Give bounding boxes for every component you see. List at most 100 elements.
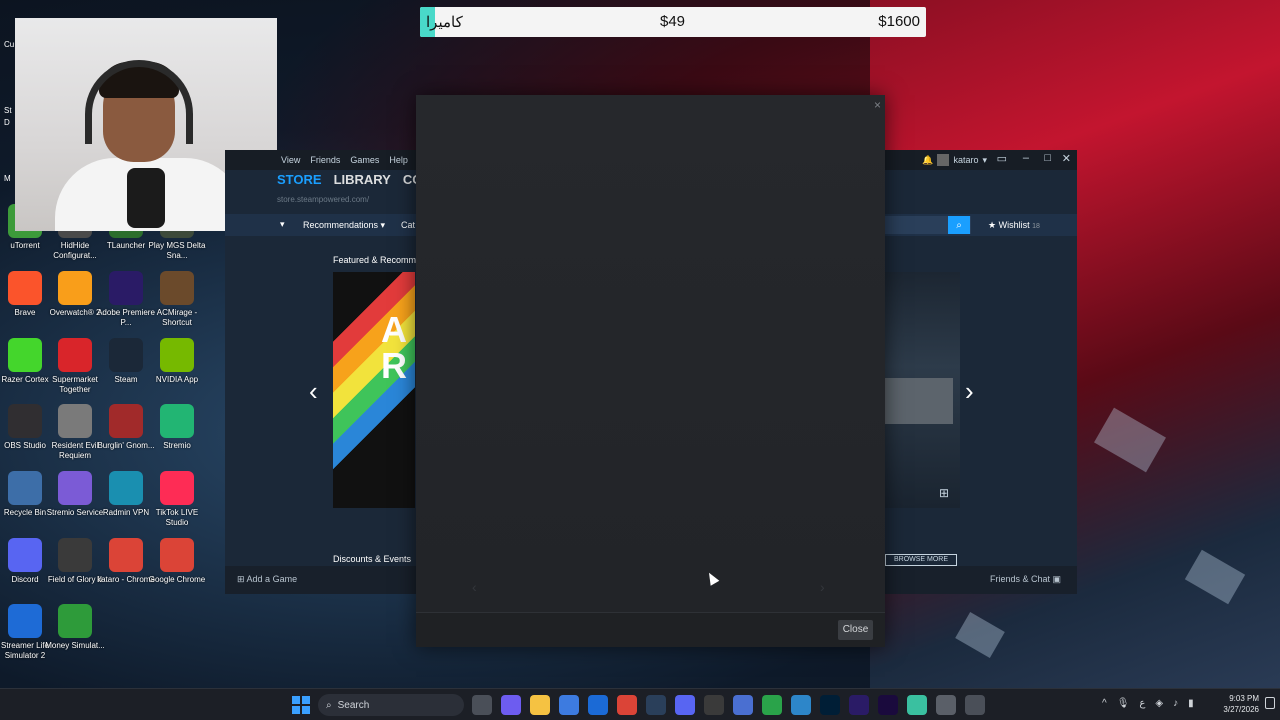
steam-icon[interactable] (646, 695, 666, 715)
menu-view[interactable]: View (281, 155, 300, 165)
wishlist-count: 18 (1032, 223, 1040, 230)
featured-capsule-art[interactable]: A R (333, 272, 415, 508)
discounts-section-title: Discounts & Events (333, 554, 412, 564)
taskbar-search-placeholder: Search (337, 699, 370, 711)
media-viewer-content (416, 95, 885, 612)
clock-time: 9:03 PM (1229, 694, 1259, 703)
language-indicator[interactable]: ع (1139, 698, 1145, 709)
avatar (937, 154, 950, 166)
bell-icon[interactable]: 🔔 (922, 155, 933, 166)
desktop-icon-label: Money Simulat... (45, 641, 105, 650)
browse-more-button[interactable]: BROWSE MORE (885, 554, 957, 566)
chevron-down-icon[interactable]: ▾ (280, 219, 285, 230)
show-hidden-icons-icon[interactable]: ^ (1102, 698, 1107, 709)
supermarket-icon (58, 338, 92, 372)
recommendations-menu[interactable]: Recommendations ▾ (303, 220, 385, 231)
donation-goal-bar: كاميرا $49 $1600 (420, 7, 926, 37)
discord-icon[interactable] (675, 695, 695, 715)
chrome-icon[interactable] (617, 695, 637, 715)
after-effects-icon[interactable] (878, 695, 898, 715)
discord-icon (8, 538, 42, 572)
desktop-icon[interactable]: TikTok LIVE Studio (147, 471, 207, 528)
add-game-button[interactable]: ⊞ Add a Game (237, 574, 297, 585)
viewer-prev-icon[interactable]: ‹ (472, 579, 477, 595)
desktop-edge-label[interactable]: D (4, 118, 10, 127)
desktop-icon-label: Google Chrome (148, 575, 206, 584)
desktop-icon-label: TikTok LIVE Studio (155, 508, 199, 527)
store-icon[interactable] (559, 695, 579, 715)
media-viewer-dialog[interactable]: × ‹ › Close (416, 95, 885, 647)
streamer-life-icon (8, 604, 42, 638)
featured-section-title: Featured & Recomm (333, 255, 417, 265)
carousel-prev-icon[interactable]: ‹ (309, 376, 318, 407)
start-button[interactable] (292, 696, 310, 714)
radmin-icon (109, 471, 143, 505)
menu-games[interactable]: Games (350, 155, 379, 165)
goal-title: كاميرا (426, 14, 463, 31)
featured-art-text: A R (381, 309, 407, 386)
desktop-icon[interactable]: Money Simulat... (45, 604, 105, 651)
steam-main-nav: STORE LIBRARY COM (277, 172, 433, 187)
close-button[interactable]: Close (838, 620, 873, 640)
copilot-icon[interactable] (501, 695, 521, 715)
desktop-icon[interactable]: ACMirage - Shortcut (147, 271, 207, 328)
featured-screenshot[interactable] (885, 378, 953, 424)
desktop-edge-label[interactable]: M (4, 174, 11, 183)
desktop-icon[interactable]: Google Chrome (147, 538, 207, 585)
desktop-icon[interactable]: Stremio (147, 404, 207, 451)
wishlist-button[interactable]: ★ Wishlist 18 (988, 220, 1040, 231)
resident-evil-icon (58, 404, 92, 438)
task-view-icon[interactable] (472, 695, 492, 715)
desktop-icon[interactable]: NVIDIA App (147, 338, 207, 385)
desktop-edge-label[interactable]: St (4, 106, 12, 115)
settings-icon[interactable] (936, 695, 956, 715)
microphone-icon (127, 168, 165, 228)
desktop-icon-label: NVIDIA App (155, 375, 199, 384)
obs-icon[interactable] (704, 695, 724, 715)
taskbar-clock[interactable]: 9:03 PM 3/27/2026 (1213, 693, 1259, 715)
taskbar-search[interactable]: ⌕ Search (318, 694, 464, 716)
battery-icon[interactable]: ▮ (1188, 698, 1194, 709)
acmirage-icon (160, 271, 194, 305)
outlook-icon[interactable] (588, 695, 608, 715)
volume-icon[interactable]: ♪ (1173, 698, 1178, 709)
close-icon[interactable]: ✕ (1062, 152, 1071, 165)
microphone-icon[interactable]: 🎙 (1117, 698, 1130, 709)
chrome-icon (160, 538, 194, 572)
search-icon: ⌕ (326, 699, 332, 711)
tab-library[interactable]: LIBRARY (334, 172, 391, 187)
viewer-next-icon[interactable]: › (820, 579, 825, 595)
edge-icon[interactable] (791, 695, 811, 715)
dialog-close-icon[interactable]: × (874, 98, 881, 112)
carousel-next-icon[interactable]: › (965, 376, 974, 407)
steam-user-menu[interactable]: 🔔 kataro ▾ (922, 154, 987, 166)
tab-store[interactable]: STORE (277, 172, 322, 187)
menu-help[interactable]: Help (389, 155, 408, 165)
gamepad-icon[interactable] (733, 695, 753, 715)
minimize-icon[interactable]: – (1023, 152, 1029, 164)
dialog-footer: Close (416, 612, 885, 647)
gear-icon[interactable] (965, 695, 985, 715)
goal-target: $1600 (878, 13, 920, 30)
steam-icon (109, 338, 143, 372)
categories-menu[interactable]: Cat (401, 220, 415, 230)
network-icon[interactable]: ◈ (1155, 698, 1163, 709)
screen-icon[interactable]: ▭ (997, 152, 1007, 165)
menu-friends[interactable]: Friends (310, 155, 340, 165)
recycle-bin-icon (8, 471, 42, 505)
xbox-icon[interactable] (762, 695, 782, 715)
notification-icon[interactable] (1265, 697, 1275, 709)
desktop-icon-label: Play MGS Delta Sna... (148, 241, 206, 260)
search-icon[interactable]: ⌕ (948, 216, 970, 234)
photoshop-icon[interactable] (820, 695, 840, 715)
friends-chat-button[interactable]: Friends & Chat ▣ (990, 574, 1061, 585)
headset-icon (85, 60, 193, 144)
premiere-icon[interactable] (849, 695, 869, 715)
username: kataro (953, 155, 979, 165)
url-display: store.steampowered.com/ (277, 195, 370, 204)
file-explorer-icon[interactable] (530, 695, 550, 715)
app-bar-icon[interactable] (907, 695, 927, 715)
desktop-edge-label[interactable]: Cu (4, 40, 14, 49)
maximize-icon[interactable]: □ (1044, 152, 1051, 164)
featured-screenshot-panel[interactable]: ⊞ (885, 272, 960, 508)
